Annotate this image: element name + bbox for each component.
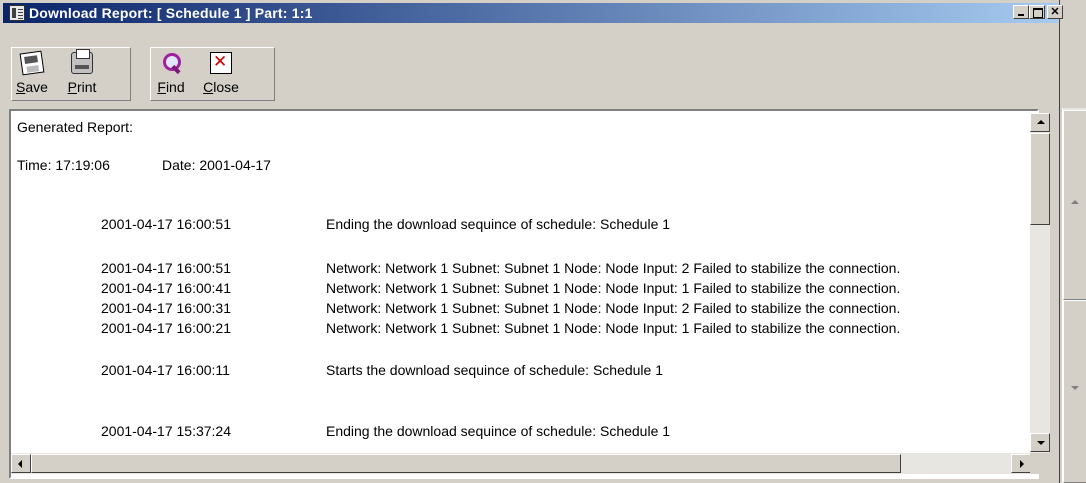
vertical-scroll-thumb[interactable] [1030,133,1050,225]
entry-message: Ending the download sequince of schedule… [326,423,671,439]
background-arrow-down-icon [1071,386,1079,390]
entry-message: Starts the download sequince of schedule… [326,362,664,378]
report-date: Date: 2001-04-17 [162,157,271,173]
scroll-left-button[interactable] [11,454,31,473]
printer-icon [71,49,93,74]
report-content: Generated Report: Time: 17:19:06 Date: 2… [17,117,1027,447]
report-time: Time: 17:19:06 [17,157,110,173]
entry-timestamp: 2001-04-17 16:00:21 [101,320,231,336]
arrow-right-icon [1020,460,1024,468]
title-bar[interactable]: Download Report: [ Schedule 1 ] Part: 1:… [3,3,1058,23]
entry-message: Network: Network 1 Subnet: Subnet 1 Node… [326,300,901,316]
window-title: Download Report: [ Schedule 1 ] Part: 1:… [29,5,313,21]
background-scroll-up-area[interactable] [1063,110,1086,300]
close-window-button[interactable]: ✕ [1047,5,1063,19]
entry-timestamp: 2001-04-17 16:00:51 [101,216,231,232]
report-text-area[interactable]: Generated Report: Time: 17:19:06 Date: 2… [9,109,1039,479]
entry-timestamp: 2001-04-17 16:00:41 [101,280,231,296]
report-header: Generated Report: [17,119,133,135]
entry-message: Network: Network 1 Subnet: Subnet 1 Node… [326,320,901,336]
save-label: Save [16,79,48,95]
entry-timestamp: 2001-04-17 16:00:51 [101,260,231,276]
maximize-button[interactable] [1029,5,1045,19]
entry-timestamp: 2001-04-17 16:00:31 [101,300,231,316]
save-button[interactable]: Save [12,48,52,100]
arrow-down-icon [1037,441,1045,445]
scrollbar-corner [1030,453,1050,474]
minimize-button[interactable] [1013,5,1029,19]
close-label: Close [203,79,239,95]
arrow-left-icon [18,460,22,468]
entry-timestamp: 2001-04-17 16:00:11 [101,362,230,378]
close-button[interactable]: Close [201,48,241,100]
print-button[interactable]: Print [62,48,102,100]
report-app-icon [9,5,25,21]
entry-timestamp: 2001-04-17 15:37:24 [101,423,231,439]
print-label: Print [67,79,97,95]
find-label: Find [157,79,185,95]
background-arrow-up-icon [1071,200,1079,204]
scroll-down-button[interactable] [1030,433,1050,452]
entry-message: Network: Network 1 Subnet: Subnet 1 Node… [326,280,901,296]
save-icon [19,50,45,76]
horizontal-scroll-thumb[interactable] [31,454,901,473]
entry-message: Network: Network 1 Subnet: Subnet 1 Node… [326,260,901,276]
toolbar-group-actions: Find Close [150,47,275,101]
close-document-icon [210,52,232,74]
toolbar-group-file: Save Print [11,47,131,101]
find-button[interactable]: Find [151,48,191,100]
background-scroll-down-area[interactable] [1063,300,1086,483]
arrow-up-icon [1037,120,1045,124]
scroll-up-button[interactable] [1030,113,1050,132]
entry-message: Ending the download sequince of schedule… [326,216,671,232]
report-window: Download Report: [ Schedule 1 ] Part: 1:… [0,0,1063,483]
magnifier-icon [160,52,182,74]
scroll-right-button[interactable] [1011,454,1031,473]
